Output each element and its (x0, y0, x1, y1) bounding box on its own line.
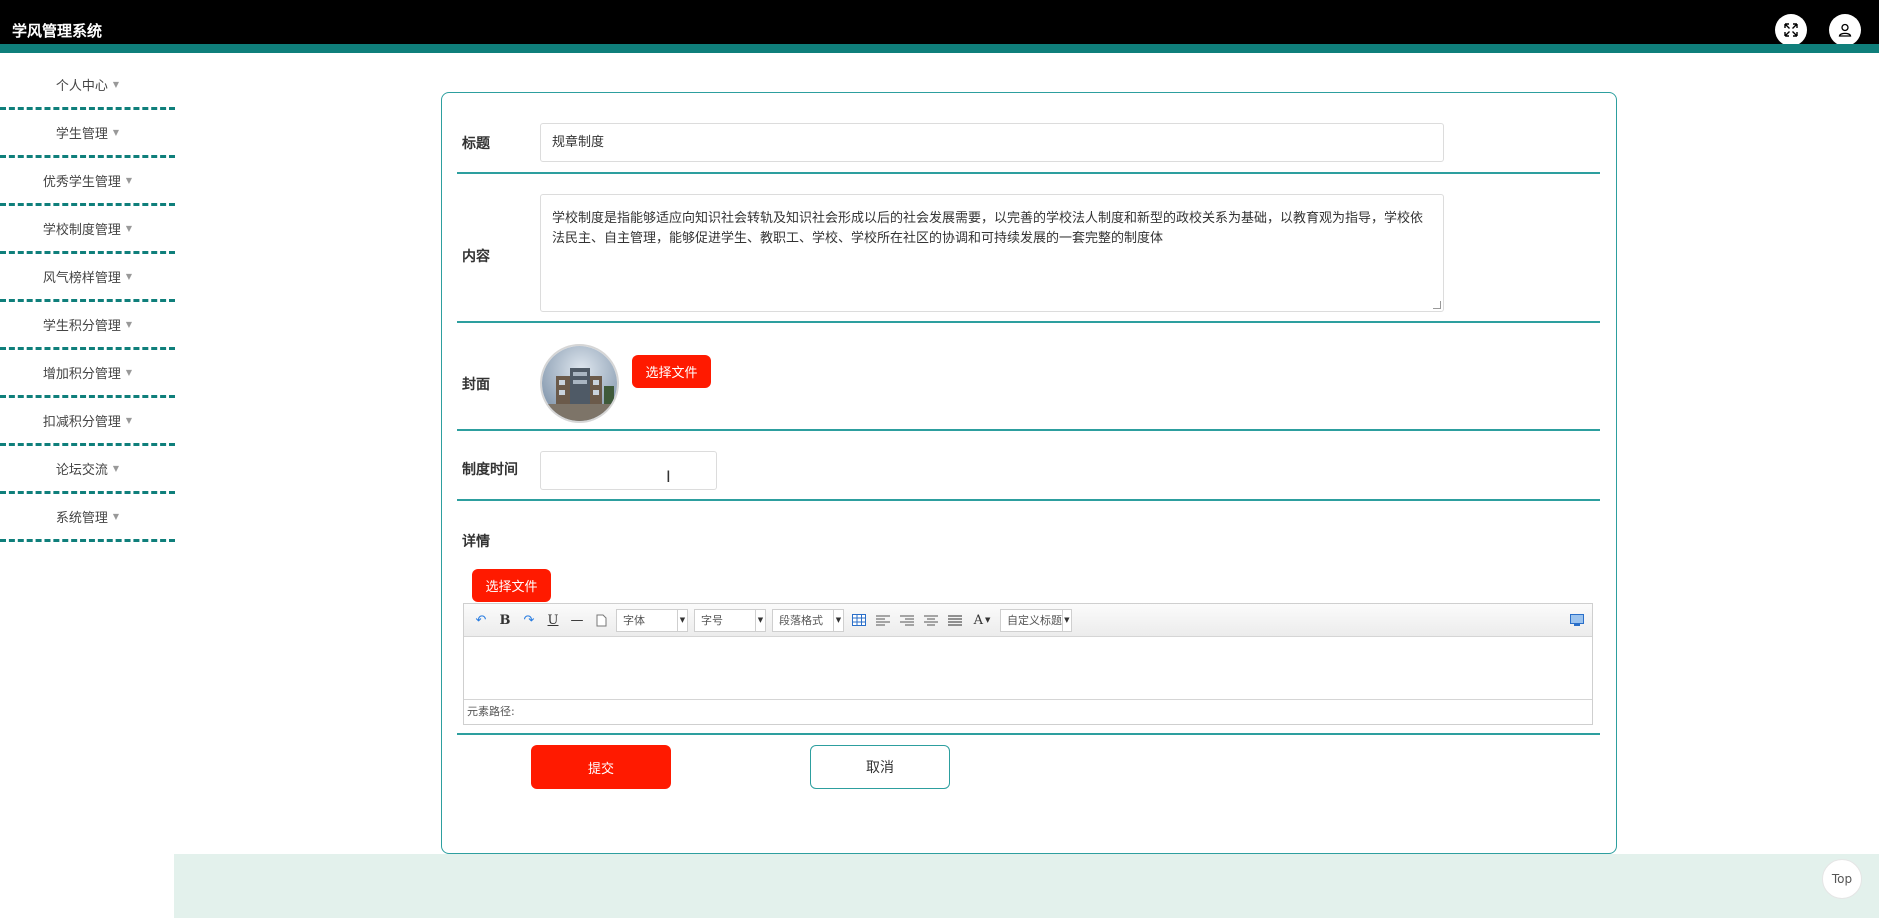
content-text: 学校制度是指能够适应向知识社会转轨及知识社会形成以后的社会发展需要，以完善的学校… (552, 211, 1424, 246)
sidebar-item-role-models[interactable]: 风气榜样管理 ▼ (0, 254, 175, 302)
dropdown-arrow-icon: ▼ (755, 609, 765, 631)
header-accent-strip (0, 44, 1879, 53)
sidebar-item-label: 风气榜样管理 (42, 271, 121, 286)
sidebar-item-personal-center[interactable]: 个人中心 ▼ (0, 62, 175, 110)
editor-content-area[interactable] (464, 637, 1592, 699)
caret-down-icon: ▼ (112, 80, 120, 89)
undo-icon[interactable]: ↶ (472, 611, 490, 629)
footer-band (174, 854, 1879, 918)
cover-row: 封面 选择文件 (457, 323, 1600, 431)
title-input[interactable]: 规章制度 (540, 123, 1444, 162)
title-row: 标题 规章制度 (457, 93, 1600, 174)
sidebar-item-deduct-points[interactable]: 扣减积分管理 ▼ (0, 398, 175, 446)
caret-down-icon: ▼ (125, 176, 133, 185)
detail-divider (457, 733, 1600, 735)
font-family-value: 字体 (623, 614, 645, 627)
align-justify-icon[interactable] (946, 611, 964, 629)
fullscreen-icon (1784, 23, 1798, 37)
detail-choose-file-button[interactable]: 选择文件 (472, 569, 551, 602)
sidebar-item-label: 学生管理 (55, 127, 108, 142)
sidebar-item-student-management[interactable]: 学生管理 ▼ (0, 110, 175, 158)
caret-down-icon: ▼ (125, 368, 133, 377)
font-family-select[interactable]: 字体 ▼ (616, 608, 688, 632)
custom-title-select[interactable]: 自定义标题 ▼ (1000, 608, 1072, 632)
custom-title-value: 自定义标题 (1007, 614, 1062, 627)
top-header: 学风管理系统 (0, 0, 1879, 53)
sidebar-item-label: 学校制度管理 (42, 223, 121, 238)
caret-down-icon: ▼ (112, 512, 120, 521)
text-cursor-icon: I (666, 467, 671, 486)
detail-label: 详情 (462, 534, 490, 550)
title-label: 标题 (462, 136, 490, 152)
editor-element-path: 元素路径: (464, 699, 1592, 724)
form-card: 标题 规章制度 内容 学校制度是指能够适应向知识社会转轨及知识社会形成以后的社会… (441, 92, 1617, 854)
fullscreen-button[interactable] (1775, 14, 1807, 46)
sidebar-item-label: 学生积分管理 (42, 319, 121, 334)
paragraph-format-value: 段落格式 (779, 614, 823, 627)
sidebar-item-label: 系统管理 (55, 511, 108, 526)
resize-handle-icon[interactable] (1433, 301, 1441, 309)
caret-down-icon: ▼ (125, 224, 133, 233)
sidebar-item-forum[interactable]: 论坛交流 ▼ (0, 446, 175, 494)
sidebar-item-label: 个人中心 (55, 79, 108, 94)
cover-label: 封面 (462, 377, 490, 393)
cancel-button[interactable]: 取消 (810, 745, 950, 789)
user-icon (1838, 23, 1852, 37)
submit-button[interactable]: 提交 (531, 745, 671, 789)
sidebar-item-student-points[interactable]: 学生积分管理 ▼ (0, 302, 175, 350)
font-color-icon[interactable]: A ▼ (970, 611, 994, 629)
sidebar: 个人中心 ▼ 学生管理 ▼ 优秀学生管理 ▼ 学校制度管理 ▼ 风气榜样管理 ▼ 学生积分… (0, 62, 175, 542)
caret-down-icon: ▼ (112, 128, 120, 137)
sidebar-item-label: 扣减积分管理 (42, 415, 121, 430)
bold-icon[interactable]: B (496, 611, 514, 629)
user-button[interactable] (1829, 14, 1861, 46)
caret-down-icon: ▼ (125, 320, 133, 329)
content-row: 内容 学校制度是指能够适应向知识社会转轨及知识社会形成以后的社会发展需要，以完善… (457, 174, 1600, 323)
sidebar-item-school-rules[interactable]: 学校制度管理 ▼ (0, 206, 175, 254)
date-input[interactable]: I (540, 451, 717, 490)
editor-toolbar: ↶ B ↷ U — 字体 ▼ 字号 ▼ 段落格式 ▼ A ▼ 自定义标题 ▼ (464, 604, 1592, 637)
font-size-value: 字号 (701, 614, 723, 627)
align-left-icon[interactable] (874, 611, 892, 629)
align-center-icon[interactable] (922, 611, 940, 629)
font-size-select[interactable]: 字号 ▼ (694, 608, 766, 632)
date-label: 制度时间 (462, 462, 518, 478)
caret-down-icon: ▼ (112, 464, 120, 473)
sidebar-item-label: 优秀学生管理 (42, 175, 121, 190)
cover-choose-file-button[interactable]: 选择文件 (632, 355, 711, 388)
date-row: 制度时间 I (457, 431, 1600, 501)
content-textarea[interactable]: 学校制度是指能够适应向知识社会转轨及知识社会形成以后的社会发展需要，以完善的学校… (540, 194, 1444, 312)
redo-icon[interactable]: ↷ (520, 611, 538, 629)
rich-text-editor: ↶ B ↷ U — 字体 ▼ 字号 ▼ 段落格式 ▼ A ▼ 自定义标题 ▼ 元… (463, 603, 1593, 725)
caret-down-icon: ▼ (125, 272, 133, 281)
page-icon[interactable] (592, 611, 610, 629)
cover-image (540, 344, 619, 423)
table-icon[interactable] (850, 611, 868, 629)
sidebar-item-label: 增加积分管理 (42, 367, 121, 382)
dropdown-arrow-icon: ▼ (833, 609, 843, 631)
align-right-icon[interactable] (898, 611, 916, 629)
app-title: 学风管理系统 (12, 22, 103, 40)
horizontal-rule-icon[interactable]: — (568, 611, 586, 629)
dropdown-arrow-icon: ▼ (677, 609, 687, 631)
content-label: 内容 (462, 249, 490, 265)
underline-icon[interactable]: U (544, 611, 562, 629)
back-to-top-button[interactable]: Top (1822, 859, 1862, 899)
sidebar-item-label: 论坛交流 (55, 463, 108, 478)
caret-down-icon: ▼ (125, 416, 133, 425)
sidebar-item-add-points[interactable]: 增加积分管理 ▼ (0, 350, 175, 398)
dropdown-arrow-icon: ▼ (1061, 609, 1071, 631)
sidebar-item-excellent-students[interactable]: 优秀学生管理 ▼ (0, 158, 175, 206)
sidebar-item-system[interactable]: 系统管理 ▼ (0, 494, 175, 542)
building-photo-icon (542, 346, 617, 421)
preview-icon[interactable] (1568, 611, 1586, 629)
paragraph-format-select[interactable]: 段落格式 ▼ (772, 608, 844, 632)
